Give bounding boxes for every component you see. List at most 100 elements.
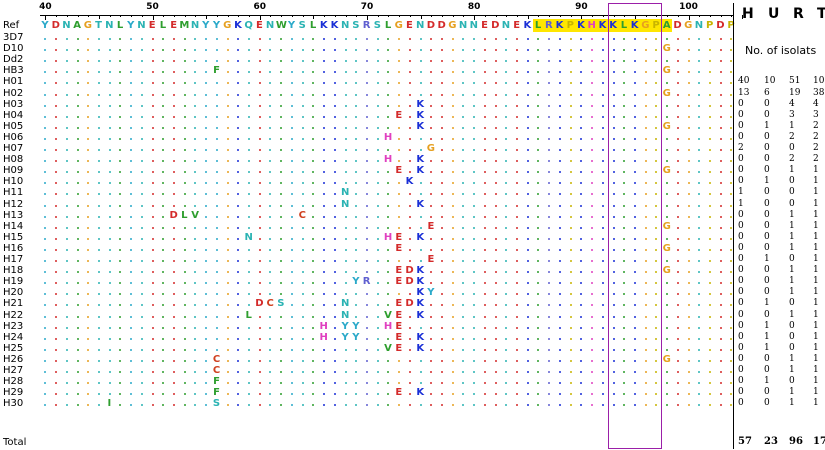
identity-dot [173, 149, 175, 151]
identity-dot [687, 260, 690, 262]
identity-dot [323, 237, 326, 240]
identity-dot [676, 60, 679, 63]
identity-dot [205, 71, 208, 74]
identity-dot [516, 93, 519, 96]
identity-dot [140, 149, 143, 151]
identity-dot [280, 359, 283, 362]
identity-dot [569, 371, 572, 373]
identity-dot [162, 326, 165, 329]
variant-residue: Y [352, 331, 360, 343]
identity-dot [548, 38, 551, 40]
identity-dot [387, 404, 390, 407]
identity-dot [526, 38, 529, 40]
identity-dot [65, 271, 68, 274]
ruler-tick [334, 15, 336, 17]
identity-dot [687, 393, 690, 396]
identity-dot [548, 371, 551, 373]
identity-dot [698, 182, 701, 185]
identity-dot [55, 204, 58, 207]
identity-dot [462, 38, 465, 40]
identity-dot [183, 237, 186, 240]
identity-dot [65, 282, 68, 285]
isolate-count: 0 [738, 154, 744, 165]
identity-dot [269, 126, 272, 129]
variant-residue: K [416, 198, 425, 210]
ref-residue: G [684, 20, 693, 31]
variant-residue: R [362, 276, 371, 288]
identity-dot [591, 93, 594, 96]
identity-dot [676, 126, 679, 129]
identity-dot [97, 49, 100, 52]
identity-dot [591, 149, 594, 151]
isolate-count: 0 [789, 143, 795, 153]
identity-dot [97, 404, 100, 407]
identity-dot [666, 393, 669, 396]
identity-dot [333, 337, 336, 340]
identity-dot [237, 71, 240, 74]
identity-dot [301, 38, 304, 40]
identity-dot [183, 293, 186, 296]
identity-dot [344, 260, 347, 262]
identity-dot [365, 304, 368, 307]
identity-dot [473, 149, 476, 151]
identity-dot [44, 104, 47, 107]
identity-dot [441, 260, 443, 262]
identity-dot [194, 104, 197, 107]
identity-dot [709, 348, 711, 351]
identity-dot [248, 115, 251, 118]
isolate-count: 0 [789, 320, 795, 331]
identity-dot [601, 215, 604, 218]
identity-dot [580, 337, 583, 340]
row-label: H27 [3, 365, 24, 376]
identity-dot [280, 137, 283, 140]
identity-dot [140, 49, 143, 52]
identity-dot [290, 204, 293, 207]
identity-dot [119, 371, 122, 373]
identity-dot [709, 204, 711, 207]
identity-dot [430, 126, 433, 129]
identity-dot [408, 371, 411, 373]
isolate-count: 0 [738, 120, 744, 131]
identity-dot [44, 193, 47, 196]
identity-dot [719, 304, 722, 307]
identity-dot [162, 126, 165, 129]
identity-dot [87, 82, 90, 85]
isolate-count: 0 [764, 198, 770, 209]
identity-dot [76, 371, 79, 373]
identity-dot [355, 60, 358, 63]
identity-dot [376, 326, 379, 329]
identity-dot [183, 126, 186, 129]
identity-dot [194, 38, 197, 40]
population-letter: H [742, 6, 754, 22]
identity-dot [108, 371, 111, 373]
identity-dot [494, 193, 497, 196]
identity-dot [87, 237, 90, 240]
identity-dot [119, 248, 122, 251]
isolate-count: 0 [764, 131, 770, 142]
identity-dot [65, 326, 68, 329]
identity-dot [344, 71, 347, 74]
ruler-tick [506, 15, 508, 17]
identity-dot [591, 115, 594, 118]
isolate-count: 0 [764, 287, 770, 298]
identity-dot [591, 226, 594, 229]
identity-dot [591, 404, 594, 407]
identity-dot [323, 204, 326, 207]
identity-dot [151, 326, 154, 329]
identity-dot [173, 160, 175, 163]
identity-dot [558, 71, 561, 74]
ref-residue: W [275, 20, 287, 31]
identity-dot [333, 204, 336, 207]
identity-dot [280, 182, 283, 185]
identity-dot [76, 282, 79, 285]
identity-dot [97, 82, 100, 85]
row-label: H07 [3, 143, 24, 154]
identity-dot [151, 315, 154, 318]
identity-dot [183, 359, 186, 362]
isolate-count: 0 [789, 376, 795, 387]
identity-dot [44, 149, 47, 151]
identity-dot [601, 293, 604, 296]
identity-dot [237, 348, 240, 351]
identity-dot [258, 271, 261, 274]
identity-dot [494, 371, 497, 373]
